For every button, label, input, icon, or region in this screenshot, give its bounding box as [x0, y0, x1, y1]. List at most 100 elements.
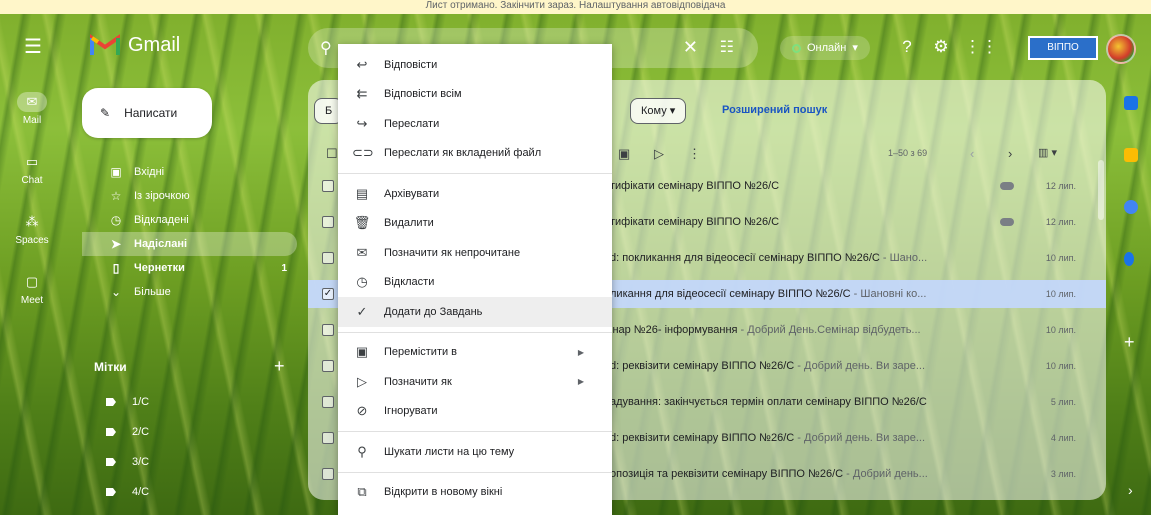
compose-button[interactable]: ✎ Написати: [82, 88, 212, 138]
row-snippet: - Добрий День.Семінар відбудеть...: [737, 324, 921, 336]
nav-label: Чернетки: [134, 262, 185, 274]
row-checkbox[interactable]: [322, 432, 334, 444]
next-page-icon[interactable]: ›: [1008, 146, 1012, 161]
archive-icon: ▤: [355, 185, 369, 201]
menu-divider: [338, 471, 612, 473]
row-subject: d: покликання для відеосесії семінару ВІ…: [610, 252, 880, 264]
row-subject: інар №26- інформування: [610, 324, 738, 336]
menu-item-open-new-window[interactable]: ⧉ Відкрити в новому вікні: [338, 478, 612, 508]
row-checkbox[interactable]: [322, 468, 334, 480]
density-icon[interactable]: ▥ ▾: [1038, 146, 1057, 159]
nav-label: Вхідні: [134, 166, 165, 178]
menu-item-label[interactable]: ▷ Позначити як ▶: [338, 367, 612, 397]
menu-item-move-to[interactable]: ▣ Перемістити в ▶: [338, 338, 612, 368]
chevron-down-icon: ▾: [852, 42, 858, 54]
label-item[interactable]: 2/С: [106, 426, 149, 438]
menu-item-snooze[interactable]: ◷ Відкласти: [338, 268, 612, 298]
add-task-icon[interactable]: ▣: [618, 146, 630, 162]
forward-icon: ↪: [356, 115, 368, 131]
help-icon[interactable]: ?: [896, 36, 918, 58]
add-addon-icon[interactable]: +: [1124, 332, 1135, 353]
nav-label: Відкладені: [134, 214, 189, 226]
keep-icon[interactable]: [1124, 148, 1138, 162]
search-options-icon[interactable]: ☷: [720, 37, 734, 57]
expand-panel-icon[interactable]: ›: [1128, 482, 1133, 498]
row-checkbox[interactable]: ✓: [322, 288, 334, 300]
more-vert-icon[interactable]: ⋮: [688, 146, 701, 162]
nav-item-sent[interactable]: ➤ Надіслані: [82, 232, 297, 256]
label-icon[interactable]: ▷: [654, 146, 664, 162]
rail-label: Meet: [20, 295, 44, 306]
org-badge[interactable]: ВІППО: [1028, 36, 1098, 60]
contacts-icon[interactable]: [1124, 252, 1134, 266]
nav-item-starred[interactable]: ☆ Із зірочкою: [82, 184, 297, 208]
menu-item-attachment[interactable]: ⊂⊃ Переслати як вкладений файл: [338, 139, 612, 169]
rail-item-chat[interactable]: ▭ Chat: [0, 152, 64, 212]
menu-item-mark-unread[interactable]: ✉ Позначити як непрочитане: [338, 238, 612, 268]
mute-icon: ⊘: [356, 403, 368, 419]
row-checkbox[interactable]: [322, 396, 334, 408]
rail-item-meet[interactable]: ▢ Meet: [0, 272, 64, 332]
row-snippet: - Шано...: [879, 252, 928, 264]
menu-item-label: Відкрити в новому вікні: [384, 486, 503, 499]
select-all-checkbox-icon[interactable]: ☐: [326, 146, 338, 162]
clear-search-icon[interactable]: ✕: [683, 37, 698, 58]
gear-icon[interactable]: ⚙: [930, 36, 952, 58]
row-checkbox[interactable]: [322, 180, 334, 192]
tasks-icon[interactable]: [1124, 200, 1138, 214]
label-item[interactable]: 1/С: [106, 396, 149, 408]
rail-item-spaces[interactable]: ⁂ Spaces: [0, 212, 64, 272]
menu-item-forward[interactable]: ↪ Переслати: [338, 109, 612, 139]
row-subject: ликання для відеосесії семінару ВІППО №2…: [610, 288, 851, 300]
drafts-count: 1: [281, 262, 287, 274]
row-snippet: - Добрий день...: [843, 468, 928, 480]
calendar-icon[interactable]: [1124, 96, 1138, 110]
search-icon[interactable]: ⚲: [320, 38, 332, 58]
label-text: 4/С: [132, 486, 150, 498]
label-text: 2/С: [132, 426, 150, 438]
row-text: d: реквізити семінару ВІППО №26/С - Добр…: [610, 432, 990, 444]
rail-item-mail[interactable]: ✉ Mail: [0, 92, 64, 152]
menu-item-reply-all[interactable]: ⇇ Відповісти всім: [338, 80, 612, 110]
filter-to-chip[interactable]: Кому ▾: [630, 98, 687, 124]
main-menu-icon[interactable]: ☰: [22, 36, 44, 58]
menu-item-mute[interactable]: ⊘ Ігнорувати: [338, 397, 612, 427]
prev-page-icon[interactable]: ‹: [970, 146, 974, 161]
mail-icon: ✉: [17, 92, 47, 112]
menu-item-reply[interactable]: ↩ Відповісти: [338, 50, 612, 80]
row-checkbox[interactable]: [322, 252, 334, 264]
nav-item-drafts[interactable]: ▯ Чернетки 1: [82, 256, 297, 280]
add-label-icon[interactable]: +: [274, 356, 285, 377]
menu-item-label: Ігнорувати: [384, 405, 438, 418]
label-text: 3/С: [132, 456, 150, 468]
status-online-icon: [792, 43, 801, 53]
attachment-icon[interactable]: [1000, 218, 1014, 226]
nav-item-snoozed[interactable]: ◷ Відкладені: [82, 208, 297, 232]
menu-item-trash[interactable]: 🗑 Видалити: [338, 209, 612, 239]
gmail-logo[interactable]: Gmail: [90, 33, 180, 57]
rail-label: Chat: [21, 175, 43, 186]
label-icon: ▷: [357, 373, 367, 389]
trash-icon: 🗑: [353, 215, 371, 231]
row-checkbox[interactable]: [322, 324, 334, 336]
menu-item-archive[interactable]: ▤ Архівувати: [338, 179, 612, 209]
attachment-icon[interactable]: [1000, 182, 1014, 190]
label-item[interactable]: 4/С: [106, 486, 149, 498]
apps-grid-icon[interactable]: ⋮⋮: [964, 36, 998, 58]
row-checkbox[interactable]: [322, 216, 334, 228]
menu-item-search[interactable]: ⚲ Шукати листи на цю тему: [338, 437, 612, 467]
menu-divider: [338, 331, 612, 333]
status-chip[interactable]: Онлайн ▾: [780, 36, 870, 60]
nav-item-more[interactable]: ⌄ Більше: [82, 280, 297, 304]
menu-item-add-task[interactable]: ✓ Додати до Завдань: [338, 297, 612, 327]
submenu-arrow-icon: ▶: [577, 377, 584, 387]
avatar[interactable]: [1106, 34, 1136, 64]
menu-item-label: Позначити як непрочитане: [384, 246, 521, 259]
scrollbar[interactable]: [1098, 160, 1104, 220]
nav-item-inbox[interactable]: ▣ Вхідні: [82, 160, 297, 184]
advanced-search-link[interactable]: Розширений пошук: [722, 104, 827, 116]
row-subject: тифікати семінару ВІППО №26/С: [610, 216, 780, 228]
label-item[interactable]: 3/С: [106, 456, 149, 468]
nav-label: Більше: [134, 286, 171, 298]
row-checkbox[interactable]: [322, 360, 334, 372]
